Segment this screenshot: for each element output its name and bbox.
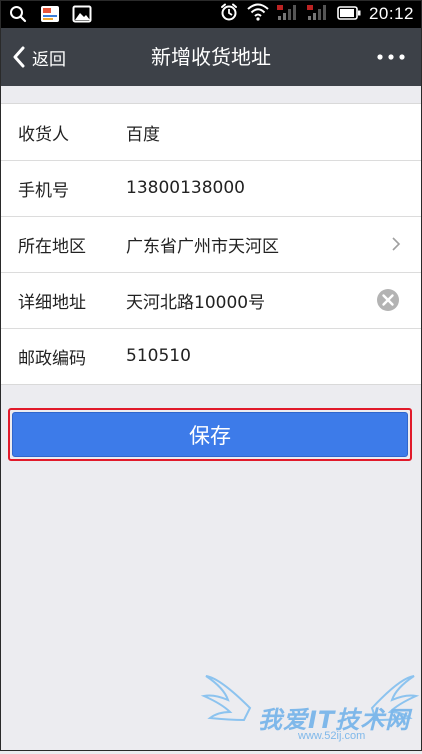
detail-address-row[interactable]: 详细地址 天河北路10000号 (0, 272, 422, 328)
status-bar: 20:12 (0, 0, 422, 28)
clear-icon[interactable] (376, 288, 400, 312)
postal-code-input[interactable]: 510510 (126, 346, 191, 366)
watermark: 我爱IT技术网 www.52ij.com (200, 668, 422, 750)
chevron-right-icon (392, 237, 401, 251)
detail-address-label: 详细地址 (18, 292, 86, 313)
signal-1-icon (276, 3, 299, 25)
back-button[interactable]: 返回 (12, 28, 66, 86)
phone-label: 手机号 (18, 180, 69, 201)
alarm-icon (219, 2, 239, 26)
gallery-icon (72, 5, 92, 23)
app-notification-icon (40, 5, 60, 23)
nav-bar: 新增收货地址 返回 (0, 28, 422, 86)
recipient-row[interactable]: 收货人 百度 (0, 104, 422, 160)
phone-input[interactable]: 13800138000 (126, 178, 245, 198)
more-dots-icon (377, 54, 405, 60)
more-options-button[interactable] (374, 28, 408, 86)
address-form: 收货人 百度 手机号 13800138000 所在地区 广东省广州市天河区 详细… (0, 103, 422, 385)
save-button[interactable]: 保存 (12, 412, 408, 457)
phone-row[interactable]: 手机号 13800138000 (0, 160, 422, 216)
region-row[interactable]: 所在地区 广东省广州市天河区 (0, 216, 422, 272)
chevron-left-icon (13, 46, 25, 68)
region-select[interactable]: 广东省广州市天河区 (126, 232, 279, 257)
signal-2-icon (306, 3, 329, 25)
search-icon (8, 5, 28, 23)
detail-address-input[interactable]: 天河北路10000号 (126, 288, 265, 313)
battery-icon (337, 5, 361, 24)
recipient-label: 收货人 (18, 124, 69, 145)
save-button-highlight: 保存 (8, 408, 412, 461)
watermark-url: www.52ij.com (298, 730, 366, 742)
clock-time: 20:12 (368, 4, 414, 23)
wifi-icon (247, 3, 269, 25)
back-label: 返回 (32, 49, 66, 70)
region-label: 所在地区 (18, 236, 86, 257)
postal-code-row[interactable]: 邮政编码 510510 (0, 328, 422, 384)
recipient-input[interactable]: 百度 (126, 120, 160, 145)
postal-code-label: 邮政编码 (18, 348, 86, 369)
